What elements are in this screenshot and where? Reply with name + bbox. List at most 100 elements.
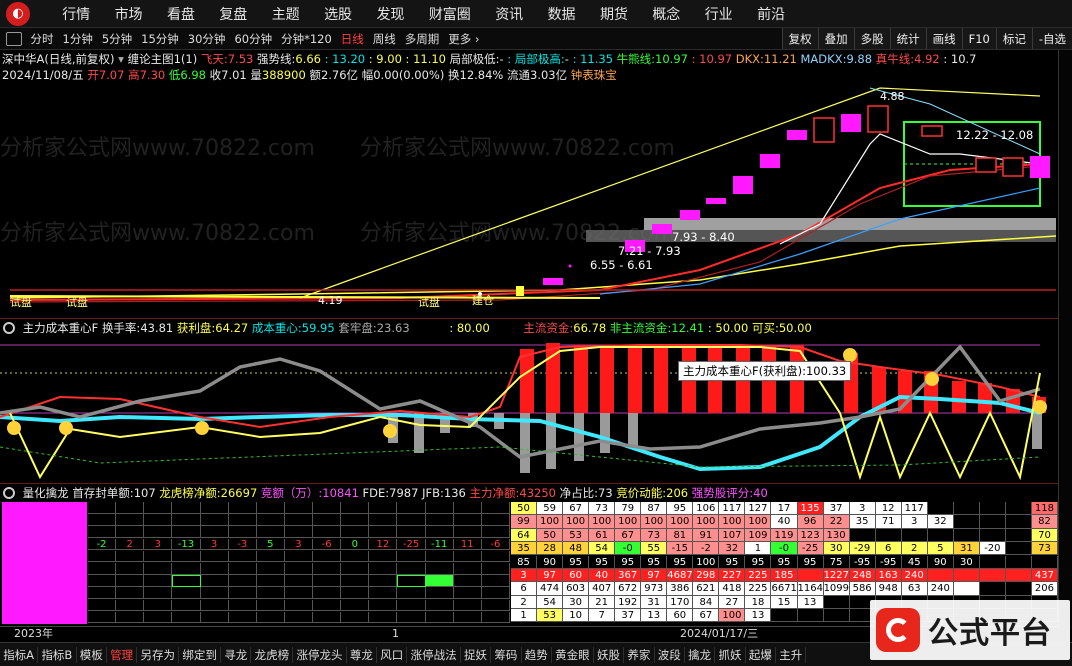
value: 4.92	[914, 52, 940, 66]
menu-item[interactable]: 资讯	[483, 4, 535, 24]
value: -	[564, 52, 569, 66]
menu-item[interactable]: 概念	[640, 4, 692, 24]
menu-item[interactable]: 行业	[693, 4, 745, 24]
grid-cell: 3	[200, 538, 229, 551]
timeframe-option[interactable]: 60分钟	[230, 31, 277, 47]
toolbar-button[interactable]: 画线	[925, 28, 962, 49]
timeframe-option[interactable]: 分时	[26, 31, 58, 47]
candle[interactable]	[543, 278, 563, 285]
candle[interactable]	[706, 198, 726, 204]
tab-20[interactable]: 抓妖	[715, 646, 746, 663]
menu-item[interactable]: 选股	[312, 4, 364, 24]
menu-item[interactable]: 数据	[535, 4, 587, 24]
tab-10[interactable]: 风口	[377, 646, 408, 663]
tab-6[interactable]: 寻龙	[221, 646, 252, 663]
value: 6.98	[180, 68, 206, 82]
tab-2[interactable]: 模板	[77, 646, 107, 663]
grid-cell: -0	[615, 542, 642, 556]
timeframe-option[interactable]: 30分钟	[183, 31, 230, 47]
tab-12[interactable]: 捉妖	[461, 646, 492, 663]
candle[interactable]	[680, 210, 700, 220]
tab-0[interactable]: 指标A	[0, 646, 39, 663]
tab-15[interactable]: 黄金眼	[552, 646, 594, 663]
timeframe-option[interactable]: 分钟*120	[277, 31, 337, 47]
menu-item[interactable]: 复盘	[207, 4, 259, 24]
grid-cell: 13	[745, 609, 772, 623]
toolbar-button[interactable]: 标记	[995, 28, 1032, 49]
value: 9.88	[846, 52, 873, 66]
cost-center-indicator-chart[interactable]: 主力成本重心F(获利盘):100.33	[0, 337, 1058, 483]
chevron-down-icon[interactable]: ▾	[118, 52, 124, 66]
tab-4[interactable]: 另存为	[137, 646, 180, 663]
tab-22[interactable]: 主升	[776, 646, 807, 663]
timeframe-option[interactable]: 5分钟	[97, 31, 136, 47]
timeframe-option[interactable]: 多周期	[400, 31, 444, 47]
menu-item[interactable]: 行情	[50, 4, 102, 24]
tab-17[interactable]: 养家	[624, 646, 655, 663]
window-icon[interactable]	[6, 31, 22, 46]
value: 26697	[220, 486, 258, 500]
tab-16[interactable]: 妖股	[594, 646, 625, 663]
tab-14[interactable]: 趋势	[522, 646, 552, 663]
tab-8[interactable]: 涨停龙头	[293, 646, 347, 663]
grid-cell	[228, 550, 257, 563]
toolbar-button[interactable]: 统计	[889, 28, 926, 49]
gear-icon[interactable]	[3, 322, 15, 334]
app-logo-icon[interactable]: ◐	[6, 1, 30, 26]
menu-item[interactable]: 发现	[364, 4, 416, 24]
candle[interactable]	[921, 125, 943, 137]
stock-title[interactable]: 深中华A(日线,前复权)	[2, 52, 115, 66]
tab-11[interactable]: 涨停战法	[407, 646, 461, 663]
right-scale[interactable]	[1058, 50, 1072, 630]
menu-item[interactable]: 市场	[102, 4, 154, 24]
tab-19[interactable]: 擒龙	[685, 646, 716, 663]
label: 强势股评分:	[691, 486, 754, 500]
candle[interactable]	[975, 157, 997, 173]
tab-7[interactable]: 龙虎榜	[251, 646, 294, 663]
more-timeframes-button[interactable]: 更多 ›	[444, 31, 484, 47]
candle[interactable]	[1030, 156, 1050, 178]
candle[interactable]	[652, 224, 672, 234]
tab-13[interactable]: 筹码	[491, 646, 522, 663]
tab-18[interactable]: 波段	[655, 646, 685, 663]
toolbar-button[interactable]: -自选	[1031, 28, 1072, 49]
candle[interactable]	[813, 117, 835, 143]
grid-cell	[88, 514, 117, 526]
indicator-name[interactable]: 缠论主图1(1)	[128, 52, 198, 66]
candle[interactable]	[1002, 157, 1024, 177]
toolbar-button[interactable]: 叠加	[817, 28, 854, 49]
toolbar-button[interactable]: F10	[961, 28, 996, 49]
tab-9[interactable]: 尊龙	[347, 646, 378, 663]
main-kline-chart[interactable]: 4.88 12.22 - 12.08 7.93 - 8.40 7.21 - 7.…	[0, 84, 1058, 316]
timeframe-option-active[interactable]: 日线	[336, 31, 368, 47]
timeframe-option[interactable]: 周线	[368, 31, 400, 47]
menu-item[interactable]: 主题	[260, 4, 312, 24]
indicator-name[interactable]: 量化擒龙	[23, 486, 69, 500]
menu-item[interactable]: 看盘	[155, 4, 207, 24]
grid-cell: 407	[589, 582, 616, 596]
indicator-name[interactable]: 主力成本重心F	[23, 321, 99, 335]
tab-5[interactable]: 绑定到	[179, 646, 222, 663]
toolbar-button[interactable]: 复权	[781, 28, 818, 49]
candle[interactable]	[760, 154, 780, 168]
candle[interactable]	[733, 176, 753, 194]
grid-cell: 53	[563, 528, 590, 542]
candle[interactable]	[516, 286, 524, 296]
toolbar-button[interactable]: 多股	[853, 28, 890, 49]
candle[interactable]	[787, 130, 807, 140]
timeframe-option[interactable]: 15分钟	[137, 31, 184, 47]
menu-item[interactable]: 财富圈	[417, 4, 483, 24]
menu-item[interactable]: 前沿	[745, 4, 797, 24]
candle[interactable]	[841, 114, 861, 132]
candle[interactable]	[867, 105, 889, 133]
timeframe-option[interactable]: 1分钟	[58, 31, 97, 47]
grid-cell	[453, 587, 482, 599]
menu-item[interactable]: 期货	[588, 4, 640, 24]
gear-icon[interactable]	[3, 487, 15, 499]
grid-cell	[397, 514, 426, 526]
grid-cell	[116, 611, 145, 624]
tab-1[interactable]: 指标B	[38, 646, 77, 663]
grid-cell: 32	[719, 542, 746, 556]
tab-21[interactable]: 起爆	[746, 646, 777, 663]
tab-3[interactable]: 管理	[107, 646, 138, 663]
